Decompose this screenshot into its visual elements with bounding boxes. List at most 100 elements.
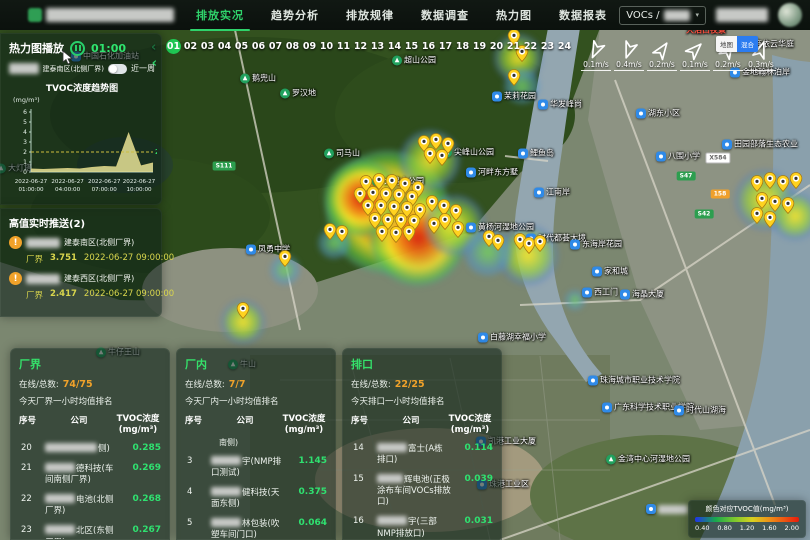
table-row[interactable]: 4健科技(天面东侧)0.375 <box>185 487 327 510</box>
marker-pin-icon <box>403 225 416 242</box>
table-row[interactable]: 20侧)0.285 <box>19 443 161 455</box>
timeline-hour-12[interactable]: 12 <box>352 39 369 55</box>
timeline-hour-05[interactable]: 05 <box>233 39 250 55</box>
table-row[interactable]: 22电池(北侧厂界)0.268 <box>19 494 161 517</box>
row-rank: 3 <box>185 456 211 466</box>
header-value-unit: (mg/m³) <box>281 425 327 436</box>
heatmap-player-panel: 热力图播放 01:00 ‹ 建泰南区(北侧厂界) 近一周 TVOC浓度趋势图 (… <box>0 33 162 205</box>
company-name-suffix: 侧) <box>98 444 110 454</box>
timeline-hour-08[interactable]: 08 <box>284 39 301 55</box>
map-marker[interactable] <box>769 195 782 212</box>
timeline-hour-16[interactable]: 16 <box>420 39 437 55</box>
poi-icon <box>722 139 732 149</box>
pollutant-selector[interactable]: VOCs / ▾ <box>619 6 706 25</box>
timeline-hour-23[interactable]: 23 <box>539 39 556 55</box>
map-marker[interactable] <box>782 197 795 214</box>
row-rank: 16 <box>351 516 377 526</box>
map-marker[interactable] <box>376 225 389 242</box>
pause-icon[interactable] <box>70 41 85 56</box>
map-marker[interactable] <box>403 225 416 242</box>
push-value: 2.417 <box>50 289 77 301</box>
marker-pin-icon <box>492 234 505 251</box>
nav-item-趋势分析[interactable]: 趋势分析 <box>271 7 319 23</box>
map-marker[interactable] <box>534 235 547 252</box>
marker-pin-icon <box>534 235 547 252</box>
ranking-panel-排口: 排口在线/总数:22/25今天排口一小时均值排名序号公司TVOC浓度(mg/m³… <box>342 348 502 540</box>
timeline-hour-24[interactable]: 24 <box>556 39 573 55</box>
table-row[interactable]: 14富士(A栋排口)0.114 <box>351 443 493 466</box>
ranking-panel-厂界: 厂界在线/总数:74/75今天厂界一小时均值排名序号公司TVOC浓度(mg/m³… <box>10 348 170 540</box>
table-row[interactable]: 16宇(三部NMP排放口)0.031 <box>351 516 493 539</box>
map-label-茉莉花园: 茉莉花园 <box>492 91 536 102</box>
timeline-hour-22[interactable]: 22 <box>522 39 539 55</box>
timeline-hour-15[interactable]: 15 <box>403 39 420 55</box>
map-marker[interactable] <box>790 172 803 189</box>
panel-collapse-icon[interactable]: ‹ <box>152 56 157 71</box>
svg-text:6: 6 <box>23 109 27 116</box>
push-item-1[interactable]: !建泰南区(北侧厂界)厂界3.7512022-06-27 09:00:00 <box>9 236 155 265</box>
map-label-text: 东海岸花园 <box>582 239 622 250</box>
nav-item-数据报表[interactable]: 数据报表 <box>559 7 607 23</box>
table-row[interactable]: 23北区(东侧厂界)0.267 <box>19 525 161 540</box>
map-marker[interactable] <box>764 211 777 228</box>
timeline-hour-17[interactable]: 17 <box>437 39 454 55</box>
avatar[interactable] <box>778 3 802 27</box>
timeline-hour-13[interactable]: 13 <box>369 39 386 55</box>
panel-title: 厂界 <box>19 356 161 372</box>
timeline-hour-10[interactable]: 10 <box>318 39 335 55</box>
timeline-hour-02[interactable]: 02 <box>182 39 199 55</box>
timeline-hour-14[interactable]: 14 <box>386 39 403 55</box>
map-marker[interactable] <box>336 225 349 242</box>
timeline-hour-11[interactable]: 11 <box>335 39 352 55</box>
timeline-hour-07[interactable]: 07 <box>267 39 284 55</box>
timeline-hour-09[interactable]: 09 <box>301 39 318 55</box>
map-marker[interactable] <box>436 149 449 166</box>
poi-icon <box>518 148 528 158</box>
timeline-hour-04[interactable]: 04 <box>216 39 233 55</box>
table-row[interactable]: 15辉电池(正极涂布车间VOCs排放口)0.039 <box>351 474 493 508</box>
mountain-icon: ▲ <box>392 55 402 65</box>
row-tvoc-value: 0.375 <box>285 487 327 497</box>
map-marker[interactable] <box>237 302 250 319</box>
map-marker[interactable] <box>764 172 777 189</box>
push-item-2[interactable]: !建泰西区(北侧厂界)厂界2.4172022-06-27 09:00:00 <box>9 272 155 301</box>
marker-pin-icon <box>764 211 777 228</box>
header-value: TVOC浓度(mg/m³) <box>447 414 493 435</box>
header-no: 序号 <box>19 414 43 435</box>
svg-text:3: 3 <box>23 139 27 146</box>
map-marker[interactable] <box>777 175 790 192</box>
map-label-text: 华发峰尚 <box>550 99 582 110</box>
map-label-text: 茉莉花园 <box>504 91 536 102</box>
nav-item-排放实况[interactable]: 排放实况 <box>196 7 244 23</box>
timeline-hour-20[interactable]: 20 <box>488 39 505 55</box>
table-row[interactable]: 5林包装(吹塑车间门口)0.064 <box>185 518 327 540</box>
timeline-hour-18[interactable]: 18 <box>454 39 471 55</box>
poi-icon <box>582 287 592 297</box>
nav-item-数据调查[interactable]: 数据调查 <box>421 7 469 23</box>
timeline-hour-06[interactable]: 06 <box>250 39 267 55</box>
map-marker[interactable] <box>390 226 403 243</box>
nav-item-热力图[interactable]: 热力图 <box>496 7 532 23</box>
map-satellite-button[interactable]: 混合 <box>737 36 758 52</box>
map-label-text: 时代山湖海 <box>686 405 726 416</box>
map-marker[interactable] <box>508 69 521 86</box>
company-name-redacted <box>377 474 403 483</box>
map-marker[interactable] <box>492 234 505 251</box>
timeline-hour-21[interactable]: 21 <box>505 39 522 55</box>
map-label-田园部落生态农业: 田园部落生态农业 <box>722 139 798 150</box>
map-marker[interactable] <box>452 221 465 238</box>
table-row[interactable]: 21德科技(车间南侧厂界)0.269 <box>19 463 161 486</box>
svg-text:2022-06-27: 2022-06-27 <box>88 179 121 185</box>
timeline-hour-19[interactable]: 19 <box>471 39 488 55</box>
period-toggle[interactable] <box>108 64 127 74</box>
map-marker[interactable] <box>428 217 441 234</box>
nav-item-排放规律[interactable]: 排放规律 <box>346 7 394 23</box>
map-marker[interactable] <box>751 175 764 192</box>
table-row[interactable]: 3宇(NMP排口测试)1.145 <box>185 456 327 479</box>
timeline-hour-01[interactable]: 01 <box>166 39 181 54</box>
map-marker[interactable] <box>751 207 764 224</box>
map-marker[interactable] <box>279 250 292 267</box>
map-normal-button[interactable]: 地图 <box>716 36 737 52</box>
company-name-redacted <box>45 494 75 503</box>
timeline-hour-03[interactable]: 03 <box>199 39 216 55</box>
